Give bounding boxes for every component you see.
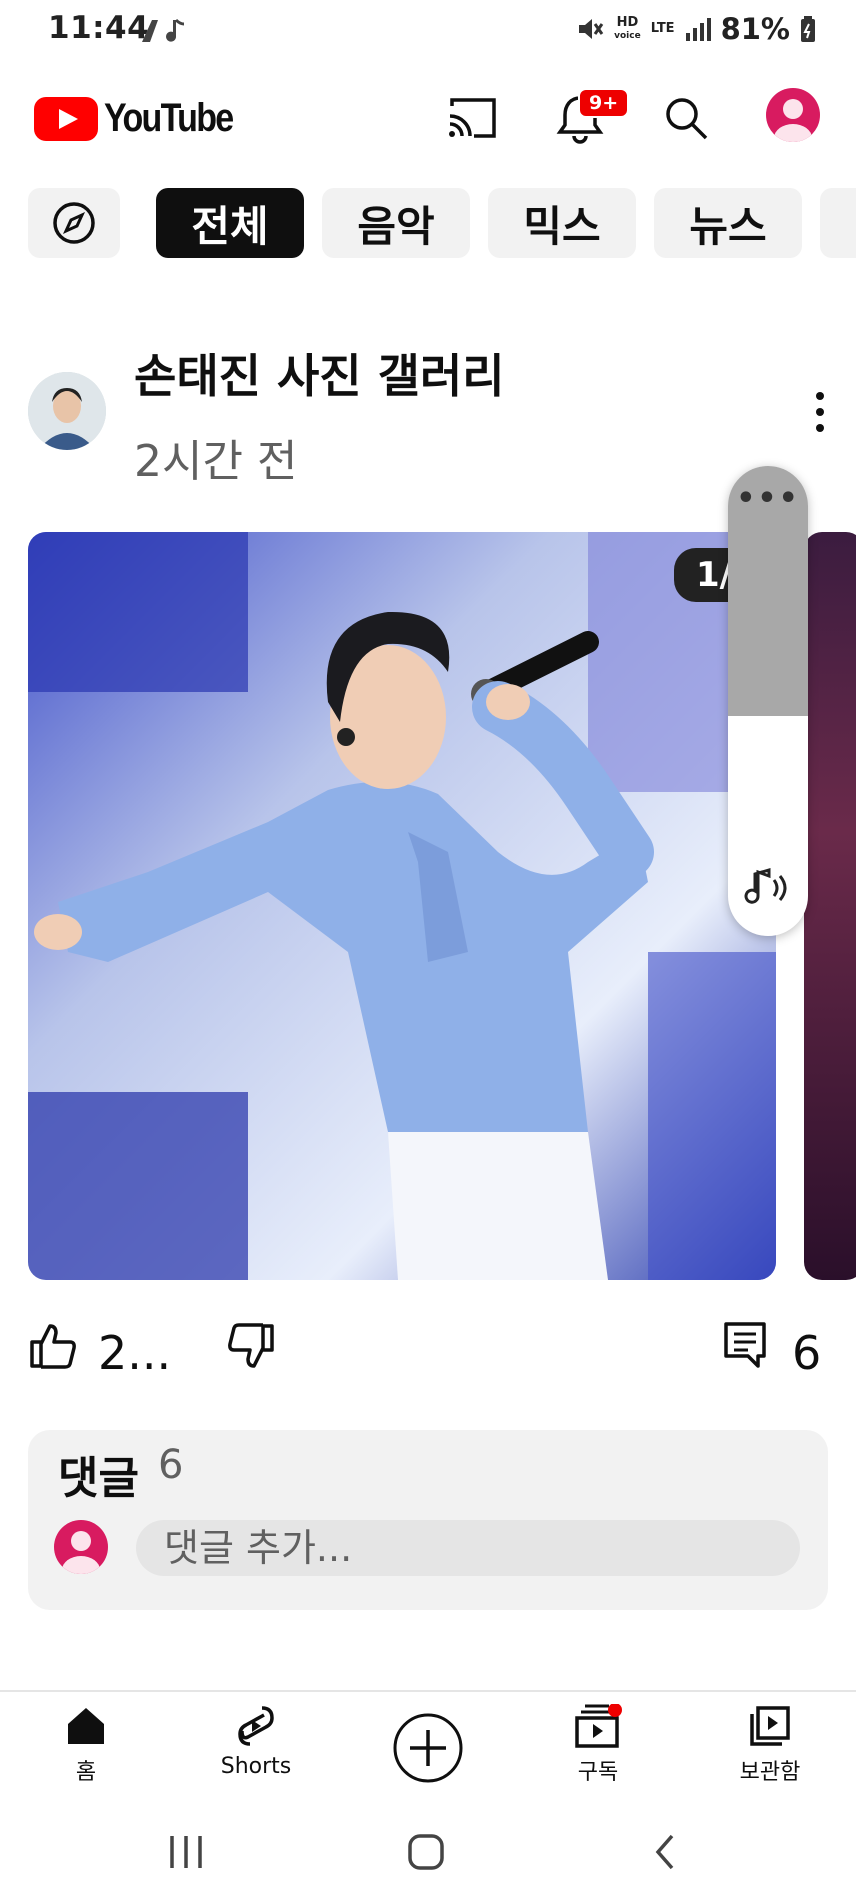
battery-icon	[801, 16, 815, 42]
library-icon	[750, 1706, 790, 1746]
chip-music[interactable]: 음악	[322, 188, 470, 258]
volume-more-icon[interactable]: •••	[728, 484, 808, 514]
shorts-icon	[238, 1706, 274, 1746]
nav-library-label: 보관함	[739, 1760, 801, 1785]
channel-avatar-image	[28, 372, 106, 450]
comment-button[interactable]	[722, 1320, 768, 1372]
create-icon	[393, 1713, 463, 1783]
chip-news[interactable]: 뉴스	[654, 188, 802, 258]
like-icon	[30, 1324, 76, 1369]
account-avatar[interactable]	[766, 88, 820, 142]
category-chips: 전체 음악 믹스 뉴스	[0, 188, 856, 260]
dislike-icon	[228, 1323, 274, 1368]
comment-count: 6	[792, 1326, 822, 1380]
nav-subscriptions[interactable]: 구독	[528, 1704, 668, 1786]
search-icon[interactable]	[656, 88, 716, 148]
bottom-navigation: 홈 Shorts 구독 보관함	[0, 1690, 856, 1802]
nav-home[interactable]: 홈	[16, 1704, 156, 1786]
home-nav-icon[interactable]	[404, 1830, 448, 1874]
app-name: YouTube	[104, 96, 234, 140]
account-avatar-icon	[774, 99, 812, 142]
cast-icon[interactable]	[442, 88, 502, 148]
chip-all[interactable]: 전체	[156, 188, 304, 258]
post-photo	[28, 532, 776, 1280]
subscriptions-icon	[575, 1704, 622, 1748]
nav-subscriptions-label: 구독	[577, 1760, 619, 1785]
chip-mix[interactable]: 믹스	[488, 188, 636, 258]
more-options-icon[interactable]	[808, 390, 832, 434]
nav-shorts[interactable]: Shorts	[186, 1704, 326, 1779]
recents-icon[interactable]	[168, 1832, 204, 1872]
comment-user-avatar	[54, 1520, 108, 1574]
user-avatar-icon	[62, 1531, 100, 1574]
notification-status-icons	[138, 16, 198, 50]
status-right-group: HD voice LTE 81%	[576, 12, 816, 46]
home-icon	[68, 1708, 104, 1744]
notification-badge: 9+	[578, 88, 630, 118]
channel-avatar[interactable]	[28, 372, 106, 450]
add-comment-field[interactable]: 댓글 추가...	[136, 1520, 800, 1576]
post-image[interactable]	[28, 532, 776, 1280]
nav-library[interactable]: 보관함	[700, 1704, 840, 1786]
explore-icon	[53, 202, 95, 244]
status-time: 11:44	[48, 10, 150, 46]
nav-shorts-label: Shorts	[220, 1754, 292, 1779]
back-icon[interactable]	[650, 1830, 680, 1874]
youtube-logo[interactable]: YouTube	[34, 96, 255, 141]
system-navigation	[0, 1800, 856, 1902]
youtube-play-icon	[34, 96, 98, 141]
lte-indicator: LTE	[650, 21, 675, 36]
nav-home-label: 홈	[75, 1760, 97, 1785]
channel-name[interactable]: 손태진 사진 갤러리	[134, 340, 505, 406]
music-volume-icon	[744, 868, 787, 904]
comments-title: 댓글	[58, 1453, 139, 1504]
comments-count: 6	[158, 1442, 184, 1488]
post-time: 2시간 전	[134, 436, 298, 487]
like-button[interactable]	[28, 1322, 78, 1374]
next-image-preview[interactable]	[804, 532, 856, 1280]
dislike-button[interactable]	[226, 1322, 276, 1374]
volume-panel[interactable]: •••	[728, 466, 808, 936]
hd-voice-indicator: HD voice	[614, 14, 641, 41]
mute-icon	[579, 19, 604, 39]
app-header: YouTube	[0, 70, 856, 170]
comment-icon	[724, 1322, 766, 1368]
nav-create[interactable]	[358, 1712, 498, 1784]
explore-chip[interactable]	[28, 188, 120, 258]
signal-icon	[685, 18, 711, 41]
status-bar: 11:44 HD voice LTE 81%	[0, 0, 856, 62]
chip-more[interactable]	[820, 188, 856, 258]
like-count: 2...	[98, 1326, 172, 1380]
battery-percent: 81%	[720, 12, 790, 46]
